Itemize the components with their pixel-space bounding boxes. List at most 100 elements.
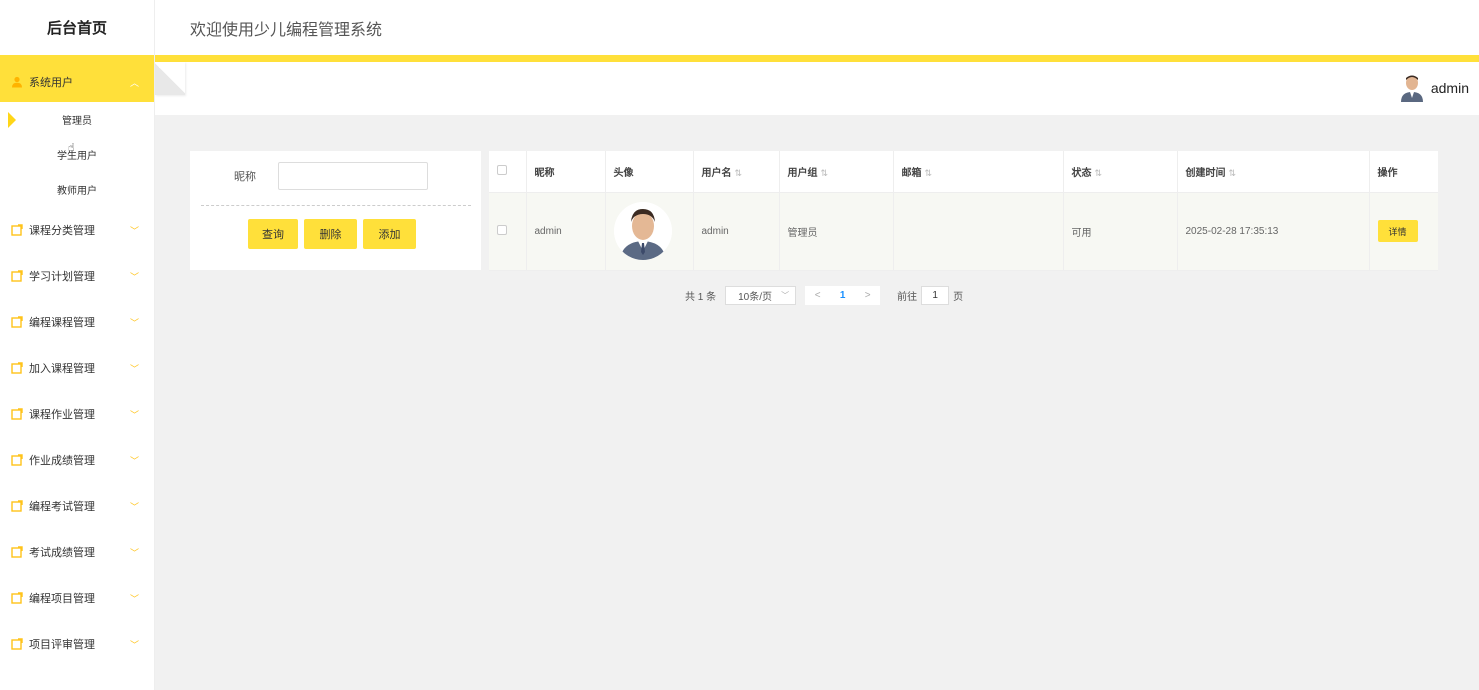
- search-row: 昵称: [190, 161, 481, 191]
- menu-head-programming-project[interactable]: 编程项目管理 ﹀: [0, 575, 154, 621]
- user-icon: [10, 76, 23, 88]
- column-header-label: 用户组: [787, 167, 818, 179]
- menu-head-label: 课程作业管理: [29, 409, 95, 421]
- chevron-down-icon: ﹀: [130, 593, 140, 604]
- users-table: 昵称 头像 用户名 ⇅ 用户组 ⇅ 邮箱 ⇅ 状态 ⇅ 创建时间 ⇅ 操作 admin: [489, 151, 1438, 271]
- add-button[interactable]: 添加: [363, 219, 416, 249]
- column-header-group[interactable]: 用户组 ⇅: [779, 151, 894, 193]
- avatar: [613, 202, 672, 260]
- chevron-down-icon: ﹀: [130, 547, 140, 558]
- column-header-username[interactable]: 用户名 ⇅: [693, 151, 780, 193]
- edit-icon: [10, 546, 23, 558]
- edit-icon: [10, 408, 23, 420]
- sidebar-item-students[interactable]: 学生用户 ☝: [0, 137, 154, 172]
- search-panel: 昵称 查询 删除 添加: [190, 151, 481, 270]
- edit-icon: [10, 638, 23, 650]
- cell-avatar: [605, 192, 694, 271]
- page-size-select[interactable]: 10条/页 ﹀: [725, 285, 797, 305]
- top-toolbar: admin: [155, 62, 1479, 115]
- menu-head-label: 考试成绩管理: [29, 547, 95, 559]
- mouse-cursor-icon: ☝: [68, 142, 75, 154]
- sidebar-item-admin[interactable]: 管理员: [0, 102, 154, 137]
- menu-head-exam-score[interactable]: 考试成绩管理 ﹀: [0, 529, 154, 575]
- page-nav: < 1 >: [805, 285, 881, 305]
- menu-head-programming-course[interactable]: 编程课程管理 ﹀: [0, 299, 154, 345]
- active-marker-icon: [8, 112, 16, 128]
- menu-head-label: 课程分类管理: [29, 225, 95, 237]
- collapse-toggle[interactable]: [155, 62, 185, 95]
- cell-username: admin: [693, 192, 780, 271]
- main-content: 昵称 查询 删除 添加 昵称 头像 用户名 ⇅ 用户组 ⇅ 邮箱 ⇅ 状态 ⇅ …: [155, 115, 1479, 690]
- menu-head-label: 编程课程管理: [29, 317, 95, 329]
- page-number-current[interactable]: 1: [830, 286, 855, 305]
- goto-page: 前往 1 页: [897, 285, 964, 305]
- edit-icon: [10, 270, 23, 282]
- column-header-status[interactable]: 状态 ⇅: [1063, 151, 1178, 193]
- sort-icon[interactable]: ⇅: [821, 168, 829, 178]
- chevron-down-icon: ﹀: [130, 501, 140, 512]
- divider: [201, 205, 471, 206]
- goto-page-input[interactable]: 1: [921, 285, 950, 305]
- sidebar-item-label: 学生用户: [57, 151, 97, 162]
- cell-status: 可用: [1063, 192, 1178, 271]
- nickname-label: 昵称: [234, 171, 256, 183]
- cell-created: 2025-02-28 17:35:13: [1177, 192, 1370, 271]
- header-accent-stripe: [155, 55, 1479, 62]
- sort-icon[interactable]: ⇅: [1229, 168, 1237, 178]
- page-title: 欢迎使用少儿编程管理系统: [190, 21, 383, 39]
- chevron-down-icon: ﹀: [130, 271, 140, 282]
- select-all-cell[interactable]: [489, 151, 527, 193]
- column-header-created[interactable]: 创建时间 ⇅: [1177, 151, 1370, 193]
- select-all-checkbox[interactable]: [497, 164, 507, 175]
- cell-email: [893, 192, 1064, 271]
- menu-head-homework-score[interactable]: 作业成绩管理 ﹀: [0, 437, 154, 483]
- next-page-button[interactable]: >: [855, 286, 880, 305]
- chevron-up-icon: ︿: [130, 77, 140, 88]
- sidebar: 后台首页 系统用户 ︿ 管理员 学生用户 ☝ 教师用户 课程分类管理 ﹀ 学习计…: [0, 0, 155, 690]
- prev-page-button[interactable]: <: [805, 286, 830, 305]
- menu-head-course-category[interactable]: 课程分类管理 ﹀: [0, 207, 154, 253]
- sidebar-item-label: 管理员: [62, 116, 92, 127]
- goto-label: 前往: [897, 291, 918, 303]
- chevron-down-icon: ﹀: [130, 639, 140, 650]
- edit-icon: [10, 592, 23, 604]
- page-size-value: 10条/页: [738, 291, 773, 303]
- delete-button[interactable]: 删除: [304, 219, 357, 249]
- sort-icon[interactable]: ⇅: [735, 168, 743, 178]
- search-actions: 查询 删除 添加: [248, 219, 416, 249]
- column-header-label: 状态: [1071, 167, 1092, 179]
- menu-head-system-users[interactable]: 系统用户 ︿: [0, 62, 154, 102]
- edit-icon: [10, 454, 23, 466]
- detail-button[interactable]: 详情: [1377, 220, 1418, 242]
- goto-suffix: 页: [953, 291, 964, 303]
- user-name: admin: [1430, 80, 1469, 96]
- menu-head-label: 加入课程管理: [29, 363, 95, 375]
- sort-icon[interactable]: ⇅: [1095, 168, 1103, 178]
- row-checkbox[interactable]: [497, 224, 507, 235]
- sort-icon[interactable]: ⇅: [925, 168, 933, 178]
- column-header-label: 创建时间: [1185, 167, 1226, 179]
- menu-head-label: 编程项目管理: [29, 593, 95, 605]
- menu-head-programming-exam[interactable]: 编程考试管理 ﹀: [0, 483, 154, 529]
- menu-head-course-homework[interactable]: 课程作业管理 ﹀: [0, 391, 154, 437]
- sidebar-accent-stripe: [0, 55, 154, 62]
- sidebar-logo[interactable]: 后台首页: [0, 0, 154, 55]
- column-header-email[interactable]: 邮箱 ⇅: [893, 151, 1064, 193]
- app-root: 后台首页 系统用户 ︿ 管理员 学生用户 ☝ 教师用户 课程分类管理 ﹀ 学习计…: [0, 0, 1479, 690]
- column-header-nickname: 昵称: [526, 151, 606, 193]
- edit-icon: [10, 224, 23, 236]
- nickname-input[interactable]: [278, 162, 428, 190]
- edit-icon: [10, 362, 23, 374]
- query-button[interactable]: 查询: [248, 219, 298, 249]
- row-select-cell[interactable]: [489, 192, 527, 271]
- cell-nickname: admin: [526, 192, 606, 271]
- sidebar-item-label: 教师用户: [57, 186, 97, 197]
- user-menu[interactable]: admin: [1400, 72, 1469, 104]
- menu-head-project-review[interactable]: 项目评审管理 ﹀: [0, 621, 154, 667]
- edit-icon: [10, 316, 23, 328]
- menu-head-join-course[interactable]: 加入课程管理 ﹀: [0, 345, 154, 391]
- column-header-label: 邮箱: [901, 167, 922, 179]
- menu-head-study-plan[interactable]: 学习计划管理 ﹀: [0, 253, 154, 299]
- sidebar-item-teachers[interactable]: 教师用户: [0, 172, 154, 207]
- column-header-action: 操作: [1369, 151, 1438, 193]
